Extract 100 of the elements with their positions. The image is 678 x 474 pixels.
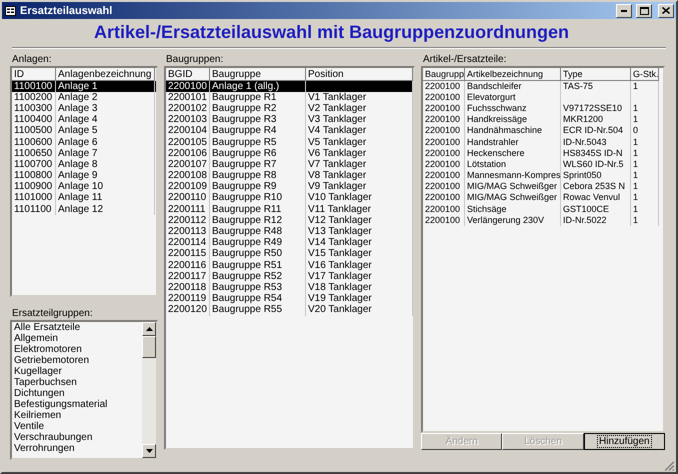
list-item[interactable]: Dichtungen xyxy=(12,388,142,399)
table-row[interactable]: 2200100 MIG/MAG Schweißger Cebora 253S N 1 xyxy=(423,181,663,192)
close-button[interactable] xyxy=(658,4,674,18)
table-cell: Verlängerung 230V xyxy=(465,214,561,226)
column-header[interactable]: Position xyxy=(306,68,413,81)
table-row[interactable]: 2200100 Handstrahler ID-Nr.5043 1 xyxy=(423,136,663,148)
table-row[interactable]: 2200117 Baugruppe R52 V17 Tanklager xyxy=(166,270,413,282)
column-header[interactable]: Baugruppe xyxy=(210,68,306,81)
table-row[interactable]: 2200100 Lötstation WLS60 ID-Nr.5 1 xyxy=(423,158,663,170)
table-row[interactable]: 2200100 Fuchsschwanz V97172SSE10 1 xyxy=(423,102,663,114)
table-row[interactable]: 2200109 Baugruppe R9 V9 Tanklager xyxy=(166,181,413,192)
table-row[interactable]: 2200100 Bandschleifer TAS-75 1 xyxy=(423,80,663,92)
list-item[interactable]: Verschraubungen xyxy=(12,432,142,443)
table-row[interactable]: 2200100 Handkreissäge MKR1200 1 xyxy=(423,114,663,126)
table-row[interactable]: 2200100 Mannesmann-Kompres Sprint050 1 xyxy=(423,170,663,182)
table-row[interactable]: 1100500 Anlage 5 xyxy=(12,125,156,137)
table-row[interactable]: 1100800 Anlage 9 xyxy=(12,170,156,182)
table-row[interactable]: 2200107 Baugruppe R7 V7 Tanklager xyxy=(166,158,413,170)
table-row[interactable]: 2200100 Heckenschere HS8345S ID-N 1 xyxy=(423,148,663,159)
table-row[interactable]: 1100100 Anlage 1 xyxy=(12,80,156,92)
table-row[interactable]: 2200104 Baugruppe R4 V4 Tanklager xyxy=(166,125,413,137)
table-row[interactable]: 1100900 Anlage 10 xyxy=(12,181,156,192)
table-cell: V9 Tanklager xyxy=(306,181,413,192)
table-row[interactable]: 2200120 Baugruppe R55 V20 Tanklager xyxy=(166,304,413,316)
table-row[interactable]: 2200100 MIG/MAG Schweißger Rowac Venvul 1 xyxy=(423,192,663,204)
table-row[interactable]: 2200103 Baugruppe R3 V3 Tanklager xyxy=(166,114,413,126)
table-row[interactable]: 2200102 Baugruppe R2 V2 Tanklager xyxy=(166,102,413,114)
table-cell: 2200108 xyxy=(166,170,210,182)
table-cell: 2200109 xyxy=(166,181,210,192)
list-item[interactable]: Getriebemotoren xyxy=(12,354,142,366)
table-row[interactable]: 1101000 Anlage 11 xyxy=(12,192,156,204)
table-row[interactable]: 2200100 Anlage 1 (allg.) xyxy=(166,80,413,92)
table-cell: 2200100 xyxy=(423,214,465,226)
list-item[interactable]: Befestigungsmaterial xyxy=(12,398,142,410)
list-label: Artikel-/Ersatzteile: xyxy=(422,52,508,66)
list-item[interactable]: Verrohrungen xyxy=(12,442,142,454)
column-header[interactable]: Type xyxy=(561,68,631,81)
list-item[interactable]: Allgemein xyxy=(12,332,142,344)
table-row[interactable]: 2200100 Handnähmaschine ECR ID-Nr.504 0 xyxy=(423,125,663,137)
table-row[interactable]: 2200113 Baugruppe R48 V13 Tanklager xyxy=(166,226,413,238)
column-header[interactable]: Anlagenbezeichnung xyxy=(56,68,155,81)
table-row[interactable]: 1100300 Anlage 3 xyxy=(12,102,156,114)
table-row[interactable]: 2200116 Baugruppe R51 V16 Tanklager xyxy=(166,260,413,271)
table-row[interactable]: 1101100 Anlage 12 xyxy=(12,204,156,215)
list-item[interactable]: Kugellager xyxy=(12,366,142,377)
table-row[interactable]: 2200105 Baugruppe R5 V5 Tanklager xyxy=(166,136,413,148)
resize-grip-icon[interactable] xyxy=(663,460,675,471)
table-row[interactable]: 2200108 Baugruppe R8 V8 Tanklager xyxy=(166,170,413,182)
table-row[interactable]: 1100600 Anlage 6 xyxy=(12,136,156,148)
table-row[interactable]: 1100200 Anlage 2 xyxy=(12,92,156,103)
table-row[interactable]: 2200119 Baugruppe R54 V19 Tanklager xyxy=(166,293,413,304)
table-row[interactable]: 2200101 Baugruppe R1 V1 Tanklager xyxy=(166,92,413,103)
table-row[interactable]: 2200115 Baugruppe R50 V15 Tanklager xyxy=(166,248,413,260)
table-cell: V13 Tanklager xyxy=(306,226,413,238)
scrollbar-thumb[interactable] xyxy=(142,336,156,358)
maximize-button[interactable] xyxy=(636,4,652,18)
table-cell: Baugruppe R5 xyxy=(210,136,306,148)
column-header[interactable]: G-Stk. xyxy=(631,68,659,81)
table-cell: MKR1200 xyxy=(561,114,631,126)
table-cell: Mannesmann-Kompres xyxy=(465,170,561,182)
table-cell: Anlage 10 xyxy=(56,181,155,192)
table-row[interactable]: 2200111 Baugruppe R11 V11 Tanklager xyxy=(166,204,413,215)
maximize-icon xyxy=(640,6,648,15)
column-header[interactable]: BGID xyxy=(166,68,210,81)
list-item[interactable]: Keilriemen xyxy=(12,410,142,421)
table-cell: 2200111 xyxy=(166,204,210,215)
table-row[interactable]: 2200106 Baugruppe R6 V6 Tanklager xyxy=(166,148,413,159)
table-row[interactable]: 1100650 Anlage 7 xyxy=(12,148,156,159)
table-row[interactable]: 2200100 Verlängerung 230V ID-Nr.5022 1 xyxy=(423,214,663,226)
list-item[interactable]: Alle Ersatzteile xyxy=(12,322,142,333)
column-header[interactable]: Artikelbezeichnung xyxy=(465,68,561,81)
table-row[interactable]: 2200118 Baugruppe R53 V18 Tanklager xyxy=(166,282,413,294)
table-row[interactable]: 2200110 Baugruppe R10 V10 Tanklager xyxy=(166,192,413,204)
table-row[interactable]: 2200100 Stichsäge GST100CE 1 xyxy=(423,204,663,215)
table-cell: V97172SSE10 xyxy=(561,102,631,114)
table-cell: 2200100 xyxy=(423,192,465,204)
table-row[interactable]: 1100700 Anlage 8 xyxy=(12,158,156,170)
table-cell: HS8345S ID-N xyxy=(561,148,631,159)
scroll-up-button[interactable] xyxy=(142,322,156,336)
list-item[interactable]: Taperbuchsen xyxy=(12,376,142,388)
column-header[interactable]: ID xyxy=(12,68,56,81)
form-button[interactable]: Hinzufügen xyxy=(584,432,665,450)
table-cell: 1 xyxy=(631,158,659,170)
scrollbar[interactable] xyxy=(142,322,156,458)
column-header[interactable]: Baugrupp xyxy=(423,68,465,81)
scroll-down-button[interactable] xyxy=(142,444,156,458)
table-row[interactable]: 1100400 Anlage 4 xyxy=(12,114,156,126)
table-cell: MIG/MAG Schweißger xyxy=(465,192,561,204)
table-row[interactable]: 2200114 Baugruppe R49 V14 Tanklager xyxy=(166,237,413,248)
table-cell: 2200100 xyxy=(423,125,465,137)
table-cell: 2200100 xyxy=(423,102,465,114)
minimize-icon xyxy=(621,10,627,12)
table-row[interactable]: 2200112 Baugruppe R12 V12 Tanklager xyxy=(166,214,413,226)
list-item[interactable]: Elektromotoren xyxy=(12,344,142,355)
table-cell: Anlage 7 xyxy=(56,148,155,159)
minimize-button[interactable] xyxy=(616,4,632,18)
list-item[interactable]: Ventile xyxy=(12,420,142,432)
table-row[interactable]: 2200100 Elevatorgurt xyxy=(423,92,663,103)
table-cell: Anlage 4 xyxy=(56,114,155,126)
form-heading: Artikel-/Ersatzteilauswahl mit Baugruppenzuordnungen xyxy=(94,22,570,44)
